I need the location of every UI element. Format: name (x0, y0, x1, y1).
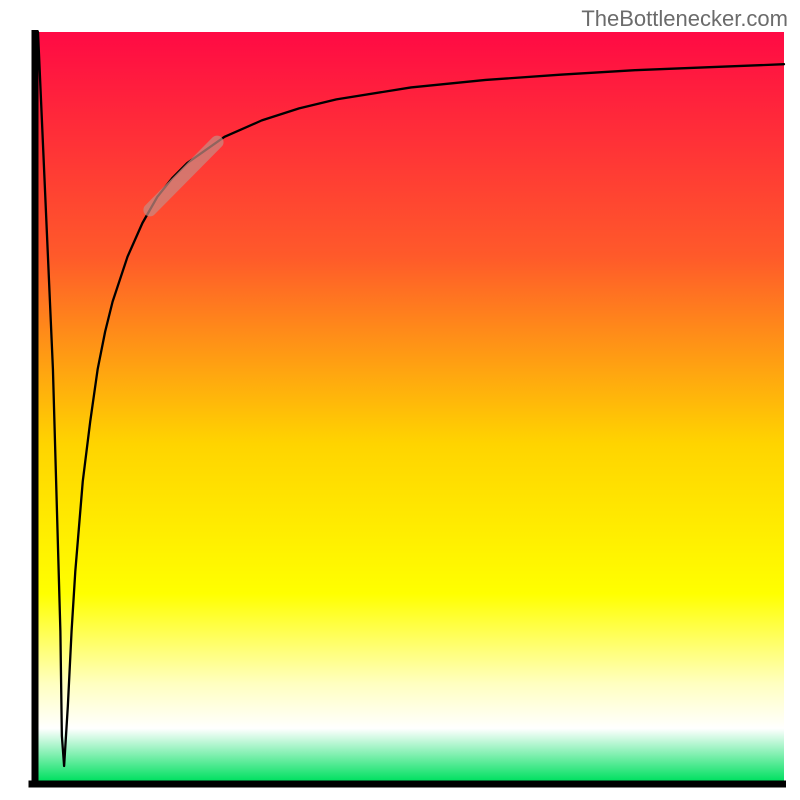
plot-background (38, 32, 784, 781)
chart-container (16, 30, 786, 788)
chart-svg (16, 30, 786, 788)
attribution-label: TheBottlenecker.com (581, 6, 788, 32)
